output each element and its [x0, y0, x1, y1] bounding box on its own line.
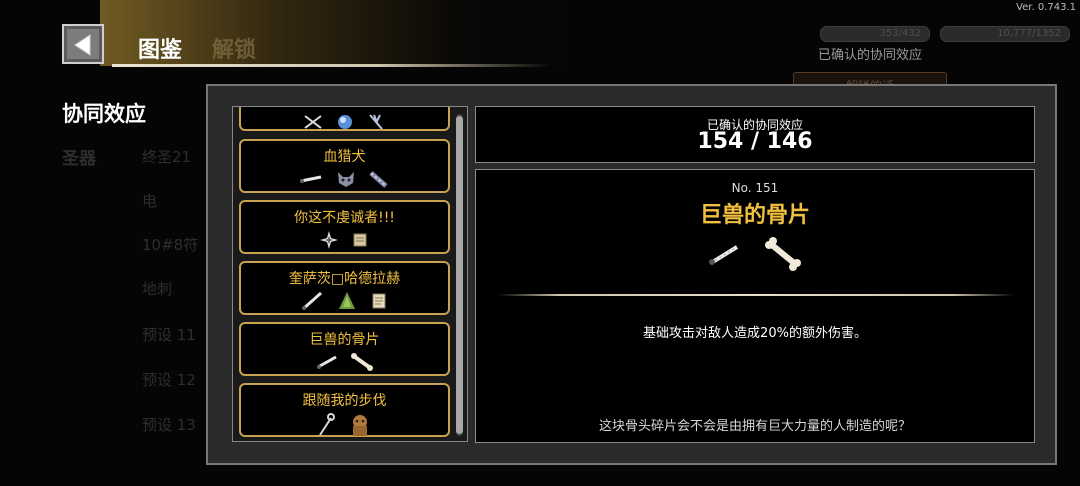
header-underline	[112, 64, 552, 67]
gem-counter-badge: 10,777/1352	[940, 26, 1070, 42]
version-label: Ver. 0.743.1	[1016, 2, 1076, 13]
page-title: 图鉴	[138, 38, 183, 63]
category-tab: 圣器	[62, 149, 96, 169]
synergy-list[interactable]: 血猎犬 你这不虔诚者!!! 奎萨茨□哈德拉赫 巨兽的骨片 跟随我的步伐	[232, 106, 468, 442]
synergy-name: 奎萨茨□哈德拉赫	[288, 271, 401, 287]
back-arrow-icon	[74, 34, 91, 56]
synergy-list-item[interactable]: 血猎犬	[239, 139, 450, 193]
wolf-head-icon	[337, 171, 354, 187]
scroll-icon	[353, 233, 367, 246]
brown-bear-icon	[353, 415, 368, 436]
throwing-star-icon	[319, 230, 338, 249]
synergy-list-item-selected[interactable]: 巨兽的骨片	[239, 322, 450, 376]
bone-shard-icon	[302, 291, 323, 311]
category-item: 地刺	[142, 280, 173, 298]
synergy-detail-panel: No. 151 巨兽的骨片 基础攻击对敌人造成20%的额外伤害。 这块骨头碎片会…	[475, 169, 1035, 443]
category-item: 预设 13	[142, 416, 196, 434]
confirmed-synergy-count: 154 / 146	[697, 129, 813, 154]
synergy-flavor-text: 这块骨头碎片会不会是由拥有巨大力量的人制造的呢？	[598, 419, 911, 434]
crossed-blades-icon	[304, 114, 323, 129]
synergy-list-item[interactable]: 跟随我的步伐	[239, 383, 450, 437]
synergy-title: 巨兽的骨片	[699, 203, 810, 228]
category-item: 预设 12	[142, 371, 196, 389]
confirmed-synergy-panel: 已确认的协同效应 154 / 146	[475, 106, 1035, 163]
category-item: 10#8符	[142, 236, 199, 254]
back-button[interactable]	[62, 24, 104, 64]
bone-shard-icon	[300, 175, 322, 183]
synergy-number: No. 151	[731, 181, 779, 195]
detail-divider	[498, 294, 1014, 296]
dark-claw-icon	[368, 113, 383, 130]
synergy-list-item[interactable]: 你这不虔诚者!!!	[239, 200, 450, 254]
bone-icon	[351, 352, 374, 371]
blue-orb-icon	[337, 114, 352, 129]
green-cloak-icon	[338, 292, 355, 309]
synergy-name: 血猎犬	[323, 149, 366, 165]
synergy-name: 巨兽的骨片	[309, 332, 380, 348]
section-title: 协同效应	[62, 102, 146, 126]
synergy-list-item[interactable]: 奎萨茨□哈德拉赫	[239, 261, 450, 315]
synergy-list-item[interactable]	[239, 107, 450, 131]
faded-tab-label: 解锁	[212, 38, 257, 63]
list-scrollbar-thumb[interactable]	[456, 116, 463, 434]
gold-counter-badge: 353/432	[820, 26, 930, 42]
synergy-name: 你这不虔诚者!!!	[294, 210, 395, 226]
synergy-name: 跟随我的步伐	[302, 393, 387, 409]
category-item: 电	[142, 192, 158, 210]
staff-icon	[319, 413, 335, 436]
category-item: 终圣21	[142, 148, 192, 166]
bone-icon	[764, 237, 801, 271]
bone-shard-icon	[709, 245, 739, 265]
bone-shard-icon	[316, 355, 337, 369]
scroll-icon	[372, 293, 386, 309]
synergy-description: 基础攻击对敌人造成20%的额外伤害。	[643, 326, 867, 341]
category-item: 预设 11	[142, 326, 196, 344]
chain-gauntlet-icon	[368, 170, 388, 188]
bg-confirmed-label: 已确认的协同效应	[818, 48, 923, 63]
